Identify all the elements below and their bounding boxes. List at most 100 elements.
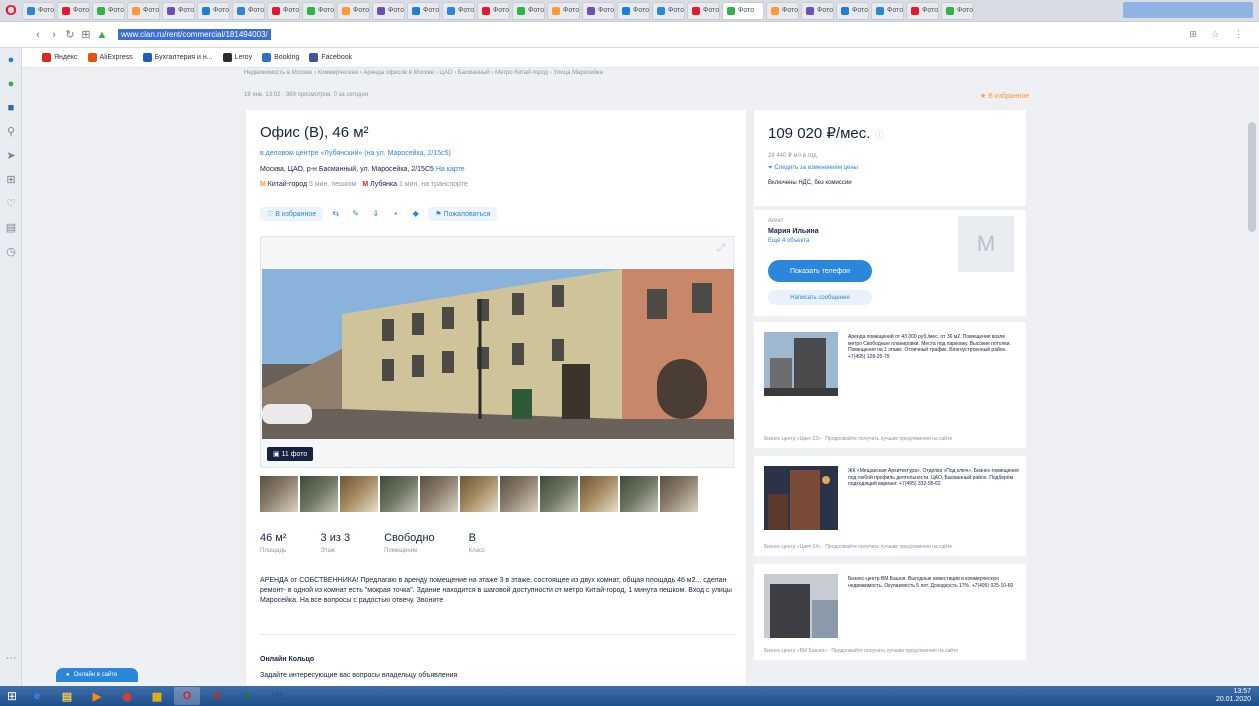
browser-tab[interactable]: Фото	[836, 1, 869, 20]
photo-thumbnail[interactable]	[500, 476, 538, 512]
photo-thumbnail[interactable]	[660, 476, 698, 512]
start-button[interactable]: ⊞	[0, 686, 24, 706]
bookmark-item[interactable]: AliExpress	[87, 53, 133, 62]
bookmark-item[interactable]: Яндекс	[42, 53, 78, 62]
chat-widget[interactable]: ● Онлайн в сайте	[56, 668, 138, 682]
business-center-link[interactable]: в деловом центре «Лубянский» (на ул. Мар…	[260, 150, 451, 157]
browser-tab[interactable]: Фото	[337, 1, 370, 20]
photo-gallery[interactable]: ⤢ ▣ 11 фото	[260, 236, 734, 468]
browser-tab[interactable]: Фото	[267, 1, 300, 20]
browser-tab[interactable]: Фото	[512, 1, 545, 20]
metro-1-name[interactable]: Китай-город	[268, 181, 307, 188]
edit-icon[interactable]: ✎	[348, 206, 363, 221]
message-button[interactable]: Написать сообщение	[768, 290, 872, 305]
browser-tab[interactable]: Фото	[801, 1, 834, 20]
breadcrumb[interactable]: Недвижимость в Москве › Коммерческая › А…	[244, 70, 603, 76]
browser-tab[interactable]: Фото	[57, 1, 90, 20]
photo-thumbnail[interactable]	[380, 476, 418, 512]
heart-icon[interactable]: ♡	[0, 192, 22, 216]
browser-tab[interactable]: Фото	[92, 1, 125, 20]
price-info-icon[interactable]: ⓘ	[875, 130, 884, 140]
agent-more-link[interactable]: Ещё 4 объекта	[768, 238, 809, 244]
photo-thumbnail[interactable]	[260, 476, 298, 512]
bookmark-item[interactable]: Booking	[262, 53, 299, 62]
taskbar-app-icon[interactable]: A	[204, 687, 230, 705]
bookmark-item[interactable]: Бухгалтерия и н...	[142, 53, 213, 62]
browser-tab[interactable]: Фото	[582, 1, 615, 20]
complain-button[interactable]: ⚑ Пожаловаться	[428, 206, 498, 221]
photo-thumbnail[interactable]	[580, 476, 618, 512]
ad-card-1[interactable]: Аренда помещений от 43 000 руб./мес. от …	[754, 322, 1026, 448]
taskbar-app-icon[interactable]: W	[264, 687, 290, 705]
browser-tab[interactable]: Фото	[197, 1, 230, 20]
expand-icon[interactable]: ⤢	[717, 243, 725, 254]
home-icon[interactable]: ⊞	[78, 28, 94, 41]
photo-thumbnail[interactable]	[420, 476, 458, 512]
browser-tab[interactable]: Фото	[232, 1, 265, 20]
price-history-link[interactable]: ⏷ Следить за изменением цены	[768, 165, 858, 172]
grid-icon[interactable]: ⊞	[0, 168, 22, 192]
download-icon[interactable]: ⇓	[368, 206, 383, 221]
window-controls[interactable]	[1123, 2, 1253, 18]
forward-icon[interactable]: ›	[46, 29, 62, 41]
browser-tab[interactable]: Фото	[477, 1, 510, 20]
sidebar-more-icon[interactable]: ···	[0, 646, 22, 670]
messenger-icon[interactable]: ●	[0, 48, 22, 72]
photo-thumbnail[interactable]	[620, 476, 658, 512]
compare-icon[interactable]: ⇆	[328, 206, 343, 221]
ad-card-3[interactable]: Бизнес-центр ВМ Башня. Выгодные инвестиц…	[754, 564, 1026, 660]
scrollbar[interactable]	[1245, 68, 1259, 686]
show-phone-button[interactable]: Показать телефон	[768, 260, 872, 282]
back-icon[interactable]: ‹	[30, 29, 46, 41]
share-icon[interactable]: ◆	[408, 206, 423, 221]
map-link[interactable]: На карте	[436, 166, 465, 173]
scrollbar-thumb[interactable]	[1248, 122, 1256, 232]
browser-tab[interactable]: Фото	[941, 1, 974, 20]
browser-tab[interactable]: Фото	[906, 1, 939, 20]
browser-tab[interactable]: Фото	[162, 1, 195, 20]
browser-tab[interactable]: Фото	[766, 1, 799, 20]
favorite-link[interactable]: ★ В избранное	[980, 92, 1029, 100]
browser-tab[interactable]: Фото	[547, 1, 580, 20]
taskbar-app-icon[interactable]: e	[24, 687, 50, 705]
browser-tab[interactable]: Фото	[22, 1, 55, 20]
photo-thumbnail[interactable]	[460, 476, 498, 512]
photo-thumbnail[interactable]	[340, 476, 378, 512]
photo-thumbnail[interactable]	[540, 476, 578, 512]
bookmark-item[interactable]: Leroy	[222, 53, 252, 62]
main-photo[interactable]	[262, 269, 734, 439]
taskbar-app-icon[interactable]: ▶	[84, 687, 110, 705]
browser-tab[interactable]: Фото	[687, 1, 720, 20]
agent-name[interactable]: Мария Ильина	[768, 228, 819, 235]
bookmark-item[interactable]: Facebook	[309, 53, 352, 62]
browser-tab[interactable]: Фото	[127, 1, 160, 20]
taskbar-app-icon[interactable]: ▤	[54, 687, 80, 705]
send-icon[interactable]: ➤	[0, 144, 22, 168]
browser-tab[interactable]: Фото	[722, 1, 764, 20]
reload-icon[interactable]: ↻	[62, 28, 78, 41]
news-icon[interactable]: ▤	[0, 216, 22, 240]
toolbar-icons[interactable]: ⊞ ☆ ⋮	[1189, 29, 1249, 40]
browser-tab[interactable]: Фото	[302, 1, 335, 20]
history-icon[interactable]: ◷	[0, 240, 22, 264]
ad-card-2[interactable]: ЖК «Мещанская Архитектура». Отделка «Под…	[754, 456, 1026, 556]
system-tray[interactable]: 13:57 20.01.2020	[1216, 688, 1251, 704]
photo-thumbnail[interactable]	[300, 476, 338, 512]
opera-menu-icon[interactable]: O	[0, 0, 22, 22]
taskbar-app-icon[interactable]: O	[174, 687, 200, 705]
favorite-button[interactable]: ♡ В избранное	[260, 206, 324, 221]
metro-2-name[interactable]: Лубянка	[370, 181, 397, 188]
browser-tab[interactable]: Фото	[652, 1, 685, 20]
browser-tab[interactable]: Фото	[442, 1, 475, 20]
print-icon[interactable]: ▪	[388, 206, 403, 221]
whatsapp-icon[interactable]: ●	[0, 72, 22, 96]
vk-icon[interactable]: ■	[0, 96, 22, 120]
taskbar-app-icon[interactable]: ◉	[114, 687, 140, 705]
taskbar-app-icon[interactable]: X	[234, 687, 260, 705]
photo-count-badge[interactable]: ▣ 11 фото	[267, 447, 314, 461]
search-icon[interactable]: ⚲	[0, 120, 22, 144]
url-input[interactable]: www.cian.ru/rent/commercial/181494003/	[118, 29, 271, 40]
browser-tab[interactable]: Фото	[617, 1, 650, 20]
browser-tab[interactable]: Фото	[407, 1, 440, 20]
browser-tab[interactable]: Фото	[871, 1, 904, 20]
